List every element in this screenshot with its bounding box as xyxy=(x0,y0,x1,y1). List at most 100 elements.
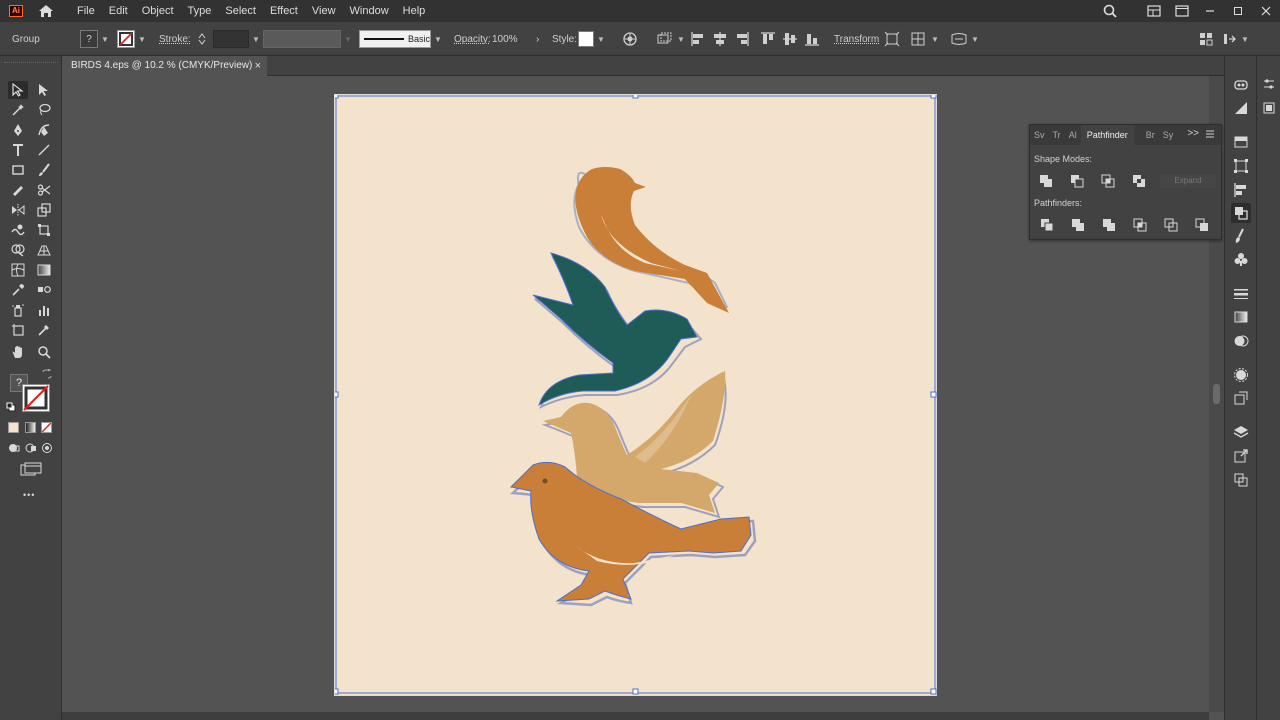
menu-help[interactable]: Help xyxy=(396,0,433,22)
warp-tool-icon[interactable] xyxy=(8,221,28,239)
horizontal-align-right-icon[interactable] xyxy=(734,30,750,48)
export-asset-icon[interactable] xyxy=(1231,446,1251,466)
envelope-distort-control[interactable]: ▼ xyxy=(950,30,979,48)
slice-tool-icon[interactable] xyxy=(34,321,54,339)
pathfinder-panel-icon[interactable] xyxy=(1231,203,1251,223)
panel-menu-icon[interactable] xyxy=(1205,129,1215,142)
stepper-arrows-icon[interactable] xyxy=(193,30,211,48)
stroke-indicator[interactable] xyxy=(22,384,50,412)
close-window-icon[interactable] xyxy=(1252,0,1280,22)
variable-width-profile[interactable] xyxy=(263,30,341,48)
chevron-down-icon[interactable]: ▼ xyxy=(434,35,442,44)
scale-tool-icon[interactable] xyxy=(34,201,54,219)
close-icon[interactable]: × xyxy=(255,56,261,76)
fill-control[interactable]: ? ▼ xyxy=(80,30,109,48)
minimize-icon[interactable] xyxy=(1196,0,1224,22)
panel-grip[interactable] xyxy=(4,62,58,65)
selection-tool-icon[interactable] xyxy=(8,81,28,99)
libraries-icon[interactable] xyxy=(1259,98,1279,118)
transparency-icon[interactable] xyxy=(1231,331,1251,351)
transform-panel-icon[interactable] xyxy=(1231,156,1251,176)
shape-builder-tool-icon[interactable] xyxy=(8,241,28,259)
perspective-grid-tool-icon[interactable] xyxy=(34,241,54,259)
blend-tool-icon[interactable] xyxy=(34,281,54,299)
menu-effect[interactable]: Effect xyxy=(263,0,305,22)
menu-edit[interactable]: Edit xyxy=(102,0,135,22)
vertical-scroll-thumb[interactable] xyxy=(1213,384,1220,404)
swatches-icon[interactable] xyxy=(1231,132,1251,152)
vertical-align-center-icon[interactable] xyxy=(782,30,798,48)
gradient-tool-icon[interactable] xyxy=(34,261,54,279)
control-bar-menu[interactable]: ▼ xyxy=(1222,30,1249,48)
style-swatch[interactable] xyxy=(578,31,594,47)
chevron-down-icon[interactable]: ▼ xyxy=(252,35,260,44)
align-panel-icon[interactable] xyxy=(1231,180,1251,200)
transform-link[interactable]: Transform xyxy=(834,30,879,48)
symbol-sprayer-tool-icon[interactable] xyxy=(8,301,28,319)
maximize-icon[interactable] xyxy=(1224,0,1252,22)
unite-icon[interactable] xyxy=(1038,173,1054,189)
artboards-panel-icon[interactable] xyxy=(1231,470,1251,490)
reflect-tool-icon[interactable] xyxy=(8,201,28,219)
swap-fill-stroke-icon[interactable] xyxy=(42,368,52,382)
tab-pathfinder[interactable]: Pathfinder xyxy=(1080,125,1134,145)
chevron-down-icon[interactable]: ▼ xyxy=(1241,35,1249,44)
tab-svg-interactivity[interactable]: Sv xyxy=(1030,130,1049,140)
stroke-swatch-control[interactable]: ▼ xyxy=(117,30,146,48)
minus-back-icon[interactable] xyxy=(1194,217,1210,233)
column-graph-tool-icon[interactable] xyxy=(34,301,54,319)
menu-window[interactable]: Window xyxy=(343,0,396,22)
stroke-weight-stepper[interactable]: ▼ xyxy=(193,30,260,48)
horizontal-align-center-icon[interactable] xyxy=(712,30,728,48)
menu-type[interactable]: Type xyxy=(181,0,219,22)
menu-view[interactable]: View xyxy=(305,0,343,22)
workspace-switcher-icon[interactable] xyxy=(1140,0,1168,22)
zoom-tool-icon[interactable] xyxy=(34,343,54,361)
horizontal-align-left-icon[interactable] xyxy=(690,30,706,48)
stroke-panel-icon[interactable] xyxy=(1231,284,1251,304)
tab-align[interactable]: Al xyxy=(1065,130,1081,140)
screen-mode-icon[interactable] xyxy=(20,462,42,479)
crop-icon[interactable] xyxy=(1132,217,1148,233)
vertical-align-top-icon[interactable] xyxy=(760,30,776,48)
draw-normal-icon[interactable] xyxy=(8,442,20,457)
mesh-tool-icon[interactable] xyxy=(8,261,28,279)
style-control[interactable]: ▼ xyxy=(578,30,605,48)
menu-object[interactable]: Object xyxy=(135,0,181,22)
lasso-tool-icon[interactable] xyxy=(34,101,54,119)
pen-tool-icon[interactable] xyxy=(8,121,28,139)
color-mode-icon[interactable] xyxy=(8,422,19,433)
type-tool-icon[interactable] xyxy=(8,141,28,159)
draw-inside-icon[interactable] xyxy=(41,442,53,457)
tab-transform[interactable]: Tr xyxy=(1049,130,1065,140)
intersect-icon[interactable] xyxy=(1100,173,1116,189)
direct-selection-tool-icon[interactable] xyxy=(34,81,54,99)
artboard[interactable] xyxy=(332,92,937,696)
free-transform-tool-icon[interactable] xyxy=(34,221,54,239)
artboard-tool-icon[interactable] xyxy=(8,321,28,339)
variable-width-control[interactable]: ▼ xyxy=(263,30,352,48)
menu-select[interactable]: Select xyxy=(218,0,263,22)
gradient-panel-icon[interactable] xyxy=(1231,98,1251,118)
minus-front-icon[interactable] xyxy=(1069,173,1085,189)
draw-behind-icon[interactable] xyxy=(25,442,37,457)
arrange-panel-icon[interactable] xyxy=(1198,30,1214,48)
curvature-tool-icon[interactable] xyxy=(34,121,54,139)
line-segment-tool-icon[interactable] xyxy=(34,141,54,159)
arrange-documents-icon[interactable] xyxy=(1168,0,1196,22)
none-mode-icon[interactable] xyxy=(41,422,52,433)
collapse-panel-icon[interactable]: >> xyxy=(1187,128,1199,139)
search-icon[interactable] xyxy=(1096,0,1124,22)
menu-file[interactable]: File xyxy=(70,0,102,22)
opacity-control[interactable]: 100% › xyxy=(490,30,539,48)
opacity-value[interactable]: 100% xyxy=(490,34,530,45)
gradient-swatch-icon[interactable] xyxy=(1231,307,1251,327)
trim-icon[interactable] xyxy=(1070,217,1086,233)
horizontal-scrollbar[interactable] xyxy=(62,712,1209,720)
document-tab[interactable]: BIRDS 4.eps @ 10.2 % (CMYK/Preview) × xyxy=(62,56,267,76)
gradient-mode-icon[interactable] xyxy=(25,422,36,433)
rectangle-tool-icon[interactable] xyxy=(8,161,28,179)
layers-icon[interactable] xyxy=(1231,422,1251,442)
paintbrush-tool-icon[interactable] xyxy=(34,161,54,179)
opacity-label[interactable]: Opacity: xyxy=(454,30,491,48)
